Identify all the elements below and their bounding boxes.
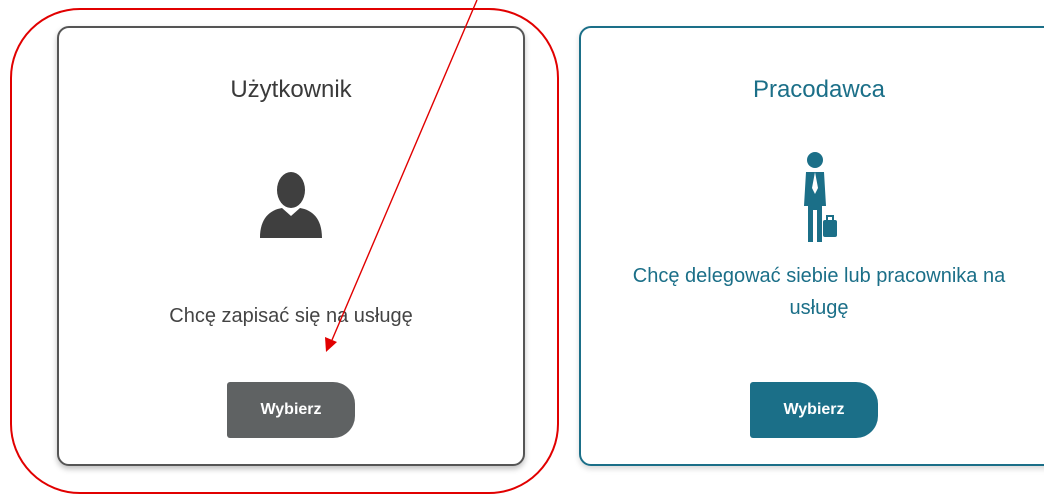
user-card-description: Chcę zapisać się na usługę [169, 305, 413, 327]
user-card-title: Użytkownik [230, 76, 352, 103]
employer-card[interactable]: Pracodawca Chcę delegować siebie lub pra… [579, 26, 1044, 466]
user-silhouette-icon [256, 168, 326, 238]
employer-card-title: Pracodawca [752, 76, 886, 103]
user-select-button[interactable]: Wybierz [227, 382, 355, 438]
user-card[interactable]: Użytkownik Chcę zapisać się na usługę Wy… [57, 26, 525, 466]
employer-select-button[interactable]: Wybierz [750, 382, 878, 438]
employer-card-description: Chcę delegować siebie lub pracownika na … [632, 265, 1006, 319]
businessman-briefcase-icon [799, 150, 839, 250]
